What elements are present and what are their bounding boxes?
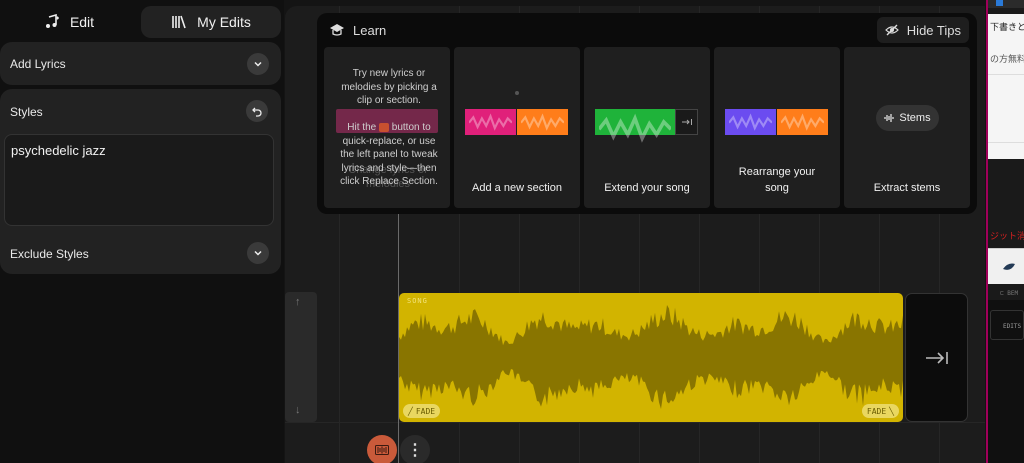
arrow-down-icon[interactable]: ↓ xyxy=(295,404,301,416)
fade-curve-icon: ╱ xyxy=(408,406,413,416)
fade-out-handle[interactable]: FADE ╲ xyxy=(861,404,899,418)
styles-label: Styles xyxy=(10,105,43,119)
segment-waveform xyxy=(521,113,564,131)
styles-input[interactable]: psychedelic jazz xyxy=(4,134,274,226)
library-icon xyxy=(172,15,186,29)
section-segment xyxy=(517,109,568,135)
tip-rearrange[interactable]: Rearrange your song xyxy=(714,47,840,208)
adjacent-red-text: ジット消 xyxy=(990,231,1024,241)
grid-line xyxy=(285,422,985,423)
stems-button: Stems xyxy=(876,105,939,131)
more-options-button[interactable]: ⋮ xyxy=(400,435,430,463)
tip-description: Try new lyrics or melodies by picking a … xyxy=(336,67,442,189)
arrow-up-icon[interactable]: ↑ xyxy=(295,296,301,308)
tip-extend-song[interactable]: Extend your song xyxy=(584,47,710,208)
segment-waveform xyxy=(469,113,512,131)
replace-section-button[interactable] xyxy=(367,435,397,463)
adjacent-window: 下書きと の方無料で ジット消 ⊏ BEM EDITS xyxy=(986,0,1024,463)
section-segment xyxy=(777,109,828,135)
tab-edit[interactable]: Edit xyxy=(0,6,138,38)
adjacent-window-bar xyxy=(988,0,1024,8)
add-lyrics-expand-button[interactable] xyxy=(247,53,269,75)
replace-icon xyxy=(378,122,389,132)
music-note-icon xyxy=(45,14,59,28)
tip-description-part2a: Hit the xyxy=(347,122,377,133)
more-icon: ⋮ xyxy=(407,442,423,459)
tab-my-edits[interactable]: My Edits xyxy=(141,6,281,38)
section-segment xyxy=(725,109,776,135)
styles-section: Styles psychedelic jazz Exclude Styles xyxy=(0,89,281,274)
fade-out-label: FADE xyxy=(866,406,887,416)
extend-song-button[interactable] xyxy=(905,293,968,422)
tip-caption: Rearrange your song xyxy=(738,166,816,194)
clip-label: SONG xyxy=(407,297,428,305)
add-lyrics-label: Add Lyrics xyxy=(10,57,66,71)
fade-in-handle[interactable]: ╱ FADE xyxy=(403,404,441,418)
waveform xyxy=(399,305,903,409)
exclude-styles-expand-button[interactable] xyxy=(247,242,269,264)
tab-bar: Edit My Edits xyxy=(0,6,281,38)
segment-waveform xyxy=(729,113,772,131)
learn-header: Learn Hide Tips xyxy=(317,13,977,47)
fade-in-label: FADE xyxy=(415,406,436,416)
adjacent-window-content: 下書きと の方無料で xyxy=(988,14,1024,159)
tip-change-lyrics[interactable]: Change lyrics or melodies Try new lyrics… xyxy=(324,47,450,208)
adjacent-small-label: ⊏ BEM xyxy=(1000,290,1019,297)
adjacent-text: の方無料で xyxy=(990,54,1024,64)
track-controls[interactable]: ↑ ↓ xyxy=(285,292,317,422)
chevron-down-icon xyxy=(254,61,262,67)
tip-caption: Add a new section xyxy=(472,182,562,194)
hide-tips-button[interactable]: Hide Tips xyxy=(876,17,969,43)
section-segment xyxy=(465,109,516,135)
tip-caption: Extract stems xyxy=(873,182,941,194)
adjacent-text: 下書きと xyxy=(990,22,1024,32)
styles-reset-button[interactable] xyxy=(246,100,268,122)
tip-add-section[interactable]: Add a new section xyxy=(454,47,580,208)
section-segment xyxy=(595,109,675,143)
left-panel: Edit My Edits Add Lyrics Styles psychede… xyxy=(0,0,284,463)
add-lyrics-section[interactable]: Add Lyrics xyxy=(0,42,281,85)
tip-extract-stems[interactable]: Stems Extract stems xyxy=(844,47,970,208)
segment-waveform xyxy=(781,113,824,131)
tab-edit-label: Edit xyxy=(69,14,95,30)
extend-indicator xyxy=(675,109,698,135)
undo-icon xyxy=(252,107,262,117)
divider xyxy=(988,74,1024,75)
hide-tips-label: Hide Tips xyxy=(906,22,961,38)
fade-curve-icon: ╲ xyxy=(889,406,894,416)
segment-waveform xyxy=(599,113,671,143)
learn-title: Learn xyxy=(353,23,387,38)
tab-my-edits-label: My Edits xyxy=(197,14,251,30)
insert-indicator xyxy=(515,91,519,95)
adjacent-edits-label: EDITS xyxy=(1003,323,1022,330)
stems-waveform-icon xyxy=(884,114,895,122)
divider xyxy=(988,142,1024,143)
adjacent-thumbnail-row xyxy=(988,248,1024,284)
exclude-styles-label: Exclude Styles xyxy=(10,247,89,261)
chevron-down-icon xyxy=(254,250,262,256)
arrow-right-to-line-icon xyxy=(925,351,948,364)
tip-caption: Extend your song xyxy=(604,182,690,194)
bird-icon xyxy=(1003,263,1015,270)
arrow-right-to-line-icon xyxy=(681,119,692,125)
adjacent-edits-box: EDITS xyxy=(990,310,1024,340)
song-clip[interactable]: SONG ╱ FADE FADE ╲ xyxy=(399,293,903,422)
stems-label: Stems xyxy=(899,112,931,124)
clip-replace-icon xyxy=(375,445,389,455)
graduation-cap-icon xyxy=(330,24,344,36)
eye-off-icon xyxy=(884,24,899,36)
tip-description-part1: Try new lyrics or melodies by picking a … xyxy=(341,68,437,106)
learn-popover: Learn Hide Tips Change lyrics or melodie… xyxy=(317,13,977,214)
app-icon xyxy=(996,0,1003,6)
